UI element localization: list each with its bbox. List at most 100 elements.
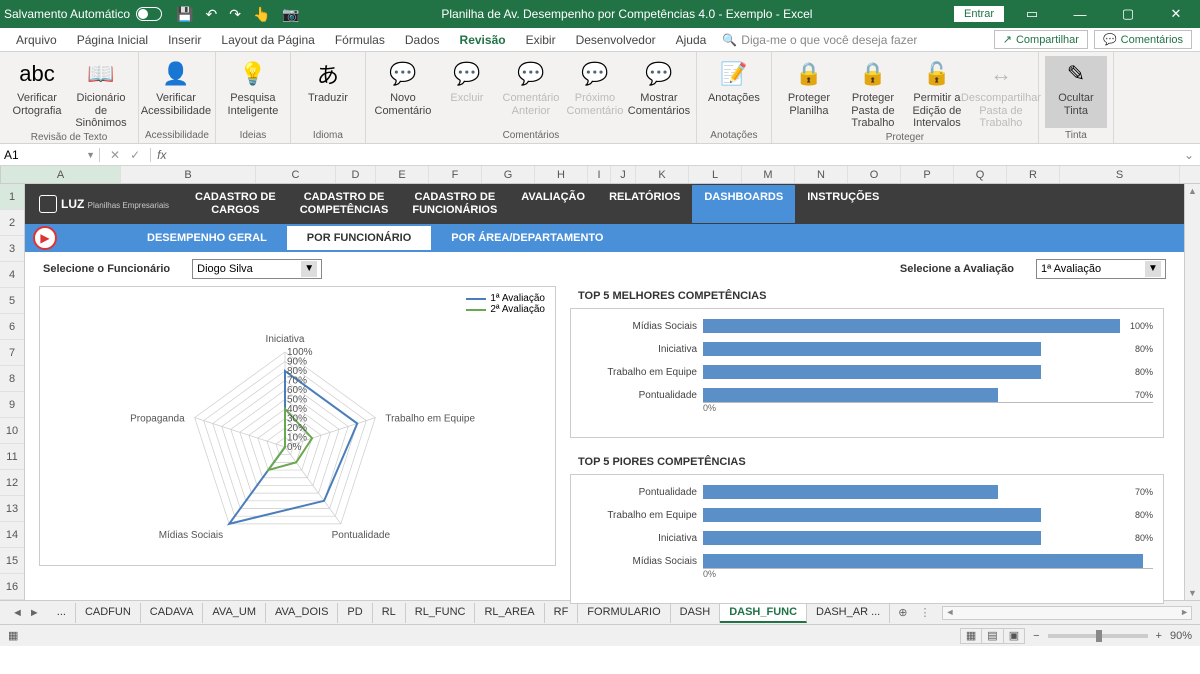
row-header[interactable]: 5: [0, 288, 24, 314]
col-header[interactable]: D: [336, 166, 376, 183]
menu-dados[interactable]: Dados: [395, 33, 450, 47]
minimize-icon[interactable]: —: [1060, 7, 1100, 22]
ribbon-permitir-a-edi-o-de-intervalos[interactable]: 🔓Permitir a Edição de Intervalos: [906, 56, 968, 130]
menu-desenvolvedor[interactable]: Desenvolvedor: [566, 33, 666, 47]
row-header[interactable]: 4: [0, 262, 24, 288]
comments-button[interactable]: 💬Comentários: [1094, 30, 1192, 49]
zoom-slider[interactable]: [1048, 634, 1148, 638]
col-header[interactable]: B: [121, 166, 256, 183]
nav-item[interactable]: RELATÓRIOS: [597, 185, 692, 222]
row-header[interactable]: 14: [0, 522, 24, 548]
undo-icon[interactable]: ↶: [206, 6, 218, 23]
save-icon[interactable]: 💾: [176, 6, 193, 23]
camera-icon[interactable]: 📷: [282, 6, 299, 23]
evaluation-select[interactable]: 1ª Avaliação▼: [1036, 259, 1166, 279]
sheet-tab[interactable]: RL_AREA: [475, 603, 544, 623]
col-header[interactable]: J: [611, 166, 636, 183]
ribbon-proteger-planilha[interactable]: 🔒Proteger Planilha: [778, 56, 840, 130]
ribbon-proteger-pasta-de-trabalho[interactable]: 🔒Proteger Pasta de Trabalho: [842, 56, 904, 130]
row-header[interactable]: 3: [0, 236, 24, 262]
cancel-formula-icon[interactable]: ✕: [110, 148, 120, 162]
subtab[interactable]: POR FUNCIONÁRIO: [287, 226, 432, 250]
menu-fórmulas[interactable]: Fórmulas: [325, 33, 395, 47]
col-header[interactable]: M: [742, 166, 795, 183]
maximize-icon[interactable]: ▢: [1108, 6, 1148, 22]
ribbon-dicion-rio-de-sin-nimos[interactable]: 📖Dicionário de Sinônimos: [70, 56, 132, 130]
ribbon-verificar-acessibilidade[interactable]: 👤Verificar Acessibilidade: [145, 56, 207, 128]
ribbon-novo-coment-rio[interactable]: 💬Novo Comentário: [372, 56, 434, 128]
nav-item[interactable]: CADASTRO DEFUNCIONÁRIOS: [400, 185, 509, 222]
menu-layout-da-página[interactable]: Layout da Página: [211, 33, 324, 47]
col-header[interactable]: S: [1060, 166, 1180, 183]
nav-item[interactable]: CADASTRO DECOMPETÊNCIAS: [288, 185, 401, 222]
vertical-scrollbar[interactable]: [1184, 184, 1200, 600]
menu-arquivo[interactable]: Arquivo: [6, 33, 67, 47]
autosave-toggle[interactable]: Salvamento Automático: [4, 7, 162, 21]
toggle-switch-icon[interactable]: [136, 7, 162, 21]
tell-me-search[interactable]: 🔍 Diga-me o que você deseja fazer: [722, 33, 917, 47]
col-header[interactable]: R: [1007, 166, 1060, 183]
row-header[interactable]: 12: [0, 470, 24, 496]
record-macro-icon[interactable]: ▦: [8, 629, 18, 642]
ribbon-anota-es[interactable]: 📝Anotações: [703, 56, 765, 128]
menu-ajuda[interactable]: Ajuda: [666, 33, 717, 47]
menu-inserir[interactable]: Inserir: [158, 33, 211, 47]
col-header[interactable]: H: [535, 166, 588, 183]
col-header[interactable]: I: [588, 166, 611, 183]
sheet-tab[interactable]: DASH_AR ...: [807, 603, 890, 623]
col-header[interactable]: F: [429, 166, 482, 183]
col-header[interactable]: N: [795, 166, 848, 183]
sheet-tab[interactable]: PD: [338, 603, 372, 623]
sheet-tab[interactable]: RL_FUNC: [406, 603, 476, 623]
row-header[interactable]: 15: [0, 548, 24, 574]
row-header[interactable]: 10: [0, 418, 24, 444]
col-header[interactable]: C: [256, 166, 336, 183]
col-header[interactable]: L: [689, 166, 742, 183]
zoom-in-icon[interactable]: +: [1156, 630, 1162, 642]
zoom-out-icon[interactable]: −: [1033, 630, 1039, 642]
row-header[interactable]: 7: [0, 340, 24, 366]
nav-item[interactable]: CADASTRO DECARGOS: [183, 185, 288, 222]
nav-item[interactable]: AVALIAÇÃO: [509, 185, 597, 222]
col-header[interactable]: O: [848, 166, 901, 183]
row-header[interactable]: 11: [0, 444, 24, 470]
col-header[interactable]: E: [376, 166, 429, 183]
nav-item[interactable]: INSTRUÇÕES: [795, 185, 891, 222]
employee-select[interactable]: Diogo Silva▼: [192, 259, 322, 279]
touch-mode-icon[interactable]: 👆: [253, 6, 270, 23]
close-icon[interactable]: ✕: [1156, 6, 1196, 22]
chevron-down-icon[interactable]: ▼: [301, 261, 317, 277]
col-header[interactable]: G: [482, 166, 535, 183]
col-header[interactable]: K: [636, 166, 689, 183]
accept-formula-icon[interactable]: ✓: [130, 148, 140, 162]
row-header[interactable]: 8: [0, 366, 24, 392]
sheet-tab[interactable]: DASH_FUNC: [720, 603, 807, 623]
col-header[interactable]: T: [1180, 166, 1200, 183]
nav-item[interactable]: DASHBOARDS: [692, 185, 795, 222]
subtab[interactable]: DESEMPENHO GERAL: [127, 226, 287, 250]
sheet-tab[interactable]: DASH: [671, 603, 721, 623]
row-header[interactable]: 9: [0, 392, 24, 418]
ribbon-ocultar-tinta[interactable]: ✎Ocultar Tinta: [1045, 56, 1107, 128]
row-header[interactable]: 2: [0, 210, 24, 236]
subtab[interactable]: POR ÁREA/DEPARTAMENTO: [431, 226, 623, 250]
menu-revisão[interactable]: Revisão: [450, 33, 516, 47]
new-sheet-icon[interactable]: ⊕: [890, 606, 915, 619]
row-header[interactable]: 6: [0, 314, 24, 340]
cell-grid[interactable]: LUZ Planilhas Empresariais CADASTRO DECA…: [25, 184, 1184, 600]
sheet-tab[interactable]: AVA_UM: [203, 603, 266, 623]
horizontal-scrollbar[interactable]: [942, 606, 1192, 620]
tab-prev-icon[interactable]: ◄: [12, 607, 23, 619]
sheet-tab[interactable]: AVA_DOIS: [266, 603, 338, 623]
row-header[interactable]: 13: [0, 496, 24, 522]
share-button[interactable]: ↗Compartilhar: [994, 30, 1088, 49]
menu-exibir[interactable]: Exibir: [516, 33, 566, 47]
sheet-tab[interactable]: CADAVA: [141, 603, 204, 623]
sheet-tab[interactable]: ...: [48, 603, 76, 623]
sheet-tab[interactable]: RL: [373, 603, 406, 623]
tab-next-icon[interactable]: ►: [29, 607, 40, 619]
redo-icon[interactable]: ↷: [229, 6, 241, 23]
name-box[interactable]: A1▼: [0, 148, 100, 162]
play-button[interactable]: ▶: [33, 226, 57, 250]
expand-formula-icon[interactable]: ⌄: [1178, 148, 1200, 162]
